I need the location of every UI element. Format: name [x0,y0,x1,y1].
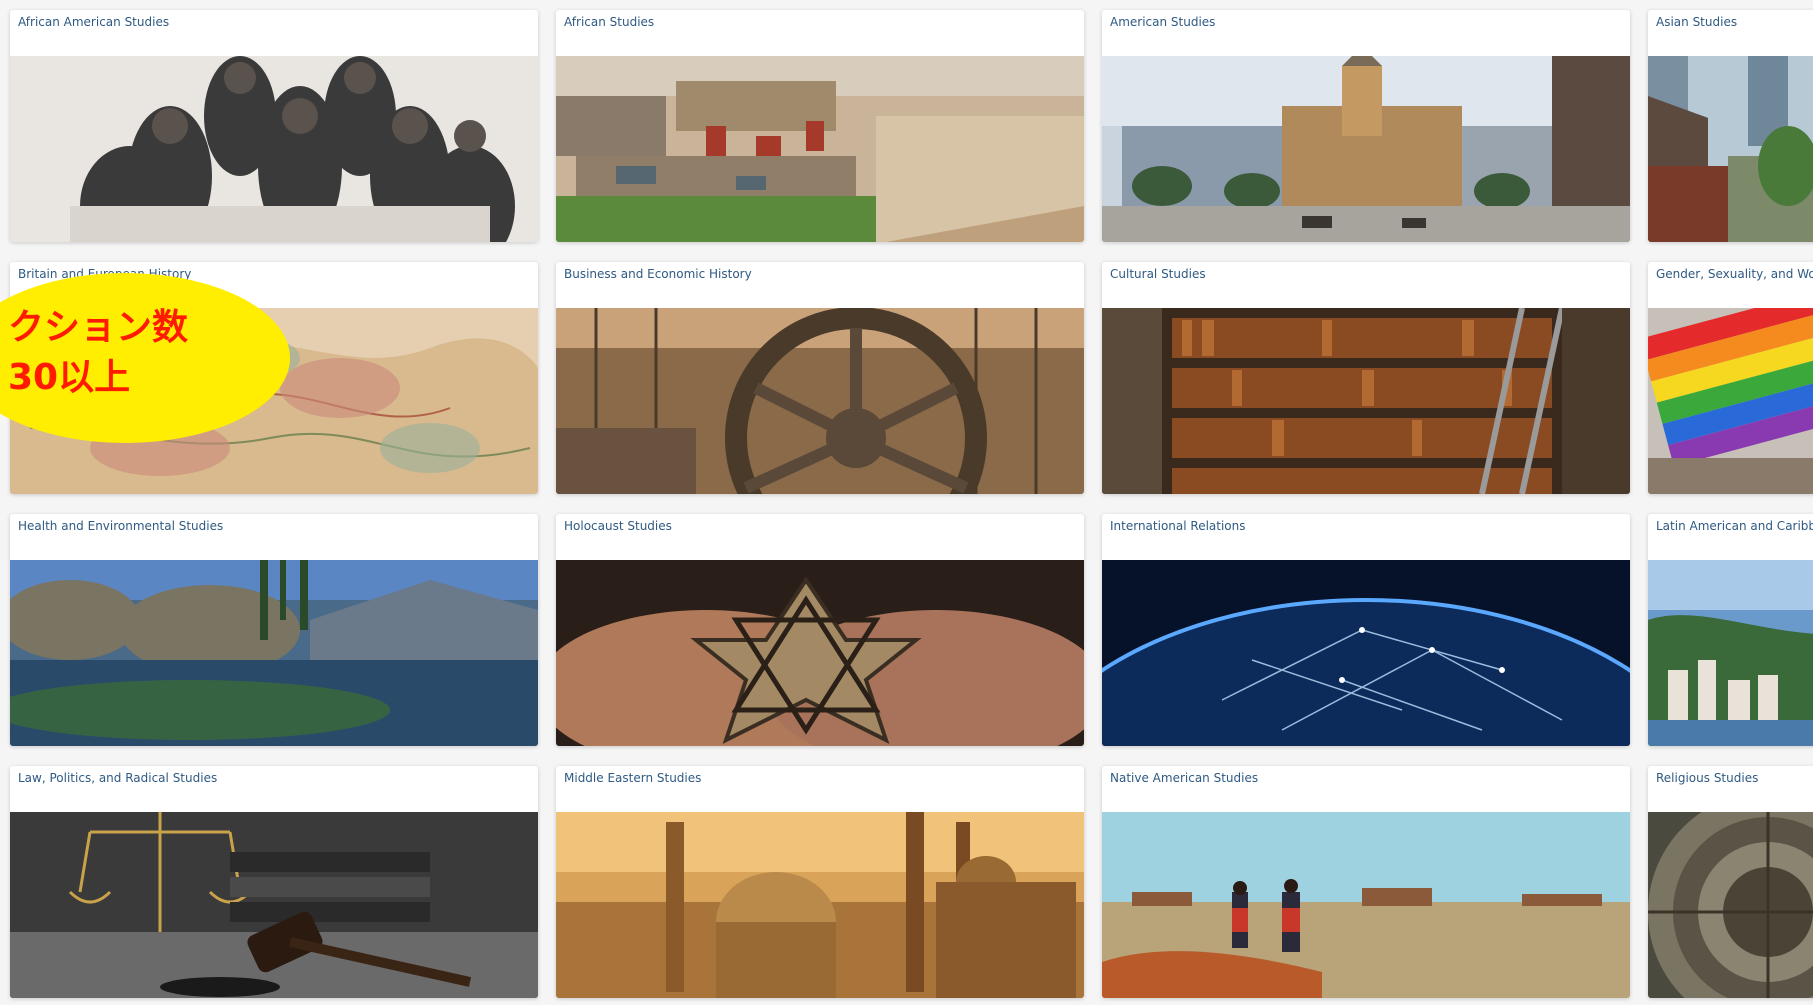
collection-card-middle-eastern-studies[interactable]: Middle Eastern Studies [556,766,1084,998]
card-image-gavel-scales [10,812,538,998]
collection-card-religious-studies[interactable]: Religious Studies [1648,766,1813,998]
callout-line-1: クション数 [8,307,189,348]
card-title: African American Studies [18,15,170,29]
card-title: Gender, Sexuality, and Women's Studies [1656,267,1813,281]
collection-card-health-environmental-studies[interactable]: Health and Environmental Studies [10,514,538,746]
card-title: Middle Eastern Studies [564,771,702,785]
card-title: Latin American and Caribbean Studies [1656,519,1813,533]
card-title: African Studies [564,15,655,29]
card-image-industrial-gear [556,308,1084,494]
card-title: Law, Politics, and Radical Studies [18,771,218,785]
collection-card-american-studies[interactable]: American Studies [1102,10,1630,242]
collection-card-cultural-studies[interactable]: Cultural Studies [1102,262,1630,494]
card-title: Holocaust Studies [564,519,672,533]
card-image-rainbow-flag [1648,308,1813,494]
collection-card-gender-sexuality[interactable]: Gender, Sexuality, and Women's Studies [1648,262,1813,494]
card-image-mosque-skyline [556,812,1084,998]
collection-card-law-politics-radical[interactable]: Law, Politics, and Radical Studies [10,766,538,998]
collection-card-latin-american-caribbean[interactable]: Latin American and Caribbean Studies [1648,514,1813,746]
collection-card-asian-studies[interactable]: Asian Studies [1648,10,1813,242]
collection-card-holocaust-studies[interactable]: Holocaust Studies [556,514,1084,746]
collection-card-native-american-studies[interactable]: Native American Studies [1102,766,1630,998]
collections-grid-page: African American Studies African Studies… [0,0,1813,1005]
card-title: American Studies [1110,15,1216,29]
card-image-coastal-market [556,56,1084,242]
card-title: Asian Studies [1656,15,1738,29]
callout-line-2: 30以上 [8,357,131,398]
callout-text: クション数 30以上 [8,303,188,403]
card-image-library-bookshelves [1102,308,1630,494]
card-image-dome-interior [1648,812,1813,998]
card-title: Business and Economic History [564,267,752,281]
card-title: International Relations [1110,519,1246,533]
card-image-desert-mesa [1102,812,1630,998]
collection-card-african-studies[interactable]: African Studies [556,10,1084,242]
card-image-asian-city [1648,56,1813,242]
card-image-independence-hall [1102,56,1630,242]
card-image-mountain-river [10,560,538,746]
card-title: Religious Studies [1656,771,1759,785]
collection-card-business-economic-history[interactable]: Business and Economic History [556,262,1084,494]
collection-card-international-relations[interactable]: International Relations [1102,514,1630,746]
collection-card-african-american-studies[interactable]: African American Studies [10,10,538,242]
card-image-coastal-city [1648,560,1813,746]
card-image-hands-star [556,560,1084,746]
card-title: Native American Studies [1110,771,1259,785]
card-title: Cultural Studies [1110,267,1206,281]
card-image-earth-network [1102,560,1630,746]
card-image-portrait-engraving [10,56,538,242]
card-title: Health and Environmental Studies [18,519,224,533]
